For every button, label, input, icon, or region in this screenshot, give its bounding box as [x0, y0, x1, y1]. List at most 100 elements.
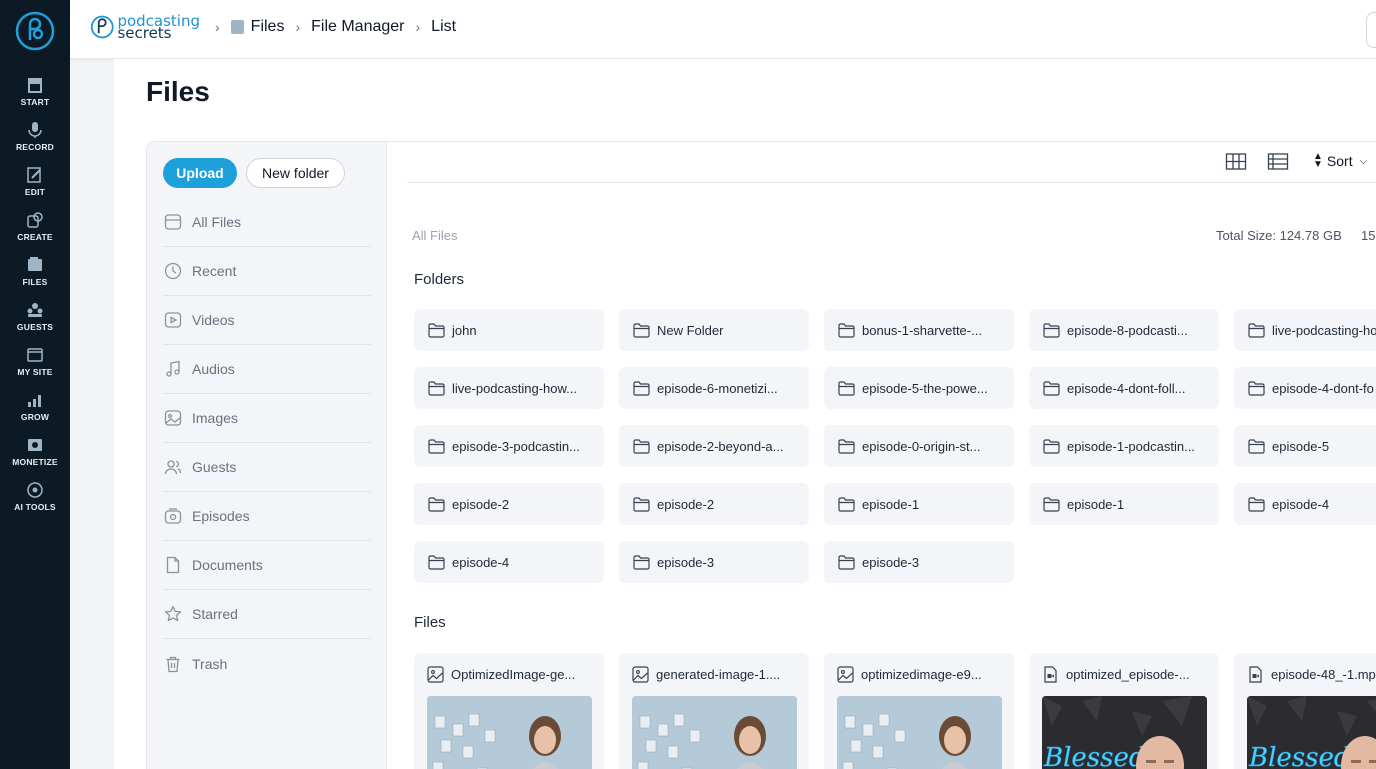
chevron-right-icon: ›: [215, 19, 220, 35]
rail-item-ai-tools[interactable]: AI TOOLS: [0, 479, 70, 519]
folder-icon: [1248, 322, 1265, 338]
folder-card[interactable]: episode-4-dont-fo: [1234, 367, 1376, 409]
folder-card[interactable]: episode-5: [1234, 425, 1376, 467]
folder-card[interactable]: episode-5-the-powe...: [824, 367, 1014, 409]
image-file-icon: [427, 666, 444, 683]
folder-card[interactable]: New Folder: [619, 309, 809, 351]
folder-card[interactable]: episode-0-origin-st...: [824, 425, 1014, 467]
file-nav: All Files Recent Videos Audios Images Gu…: [163, 198, 371, 688]
folder-card[interactable]: episode-3-podcastin...: [414, 425, 604, 467]
folder-card[interactable]: live-podcasting-ho: [1234, 309, 1376, 351]
rail-item-create[interactable]: CREATE: [0, 209, 70, 249]
monetize-icon: [28, 439, 42, 451]
image-thumbnail: [632, 696, 797, 769]
folder-name: episode-5: [1272, 438, 1330, 454]
nav-item-audios[interactable]: Audios: [163, 345, 371, 394]
rail-item-my-site[interactable]: MY SITE: [0, 344, 70, 384]
folder-name: New Folder: [657, 322, 724, 338]
folder-name: live-podcasting-how...: [452, 380, 578, 396]
folder-name: bonus-1-sharvette-...: [862, 322, 982, 338]
nav-item-videos[interactable]: Videos: [163, 296, 371, 345]
nav-item-recent[interactable]: Recent: [163, 247, 371, 296]
rail-item-monetize[interactable]: MONETIZE: [0, 434, 70, 474]
folder-card[interactable]: bonus-1-sharvette-...: [824, 309, 1014, 351]
folder-card[interactable]: episode-3: [619, 541, 809, 583]
new-folder-button[interactable]: New folder: [246, 158, 345, 188]
folder-name: episode-2: [452, 496, 510, 512]
folder-name: episode-4-dont-fo: [1272, 380, 1374, 396]
folder-card[interactable]: episode-1-podcastin...: [1029, 425, 1219, 467]
nav-item-guests[interactable]: Guests: [163, 443, 371, 492]
nav-label: Guests: [192, 459, 237, 475]
folder-card[interactable]: episode-2-beyond-a...: [619, 425, 809, 467]
breadcrumb-list: List: [431, 18, 457, 35]
folder-icon: [1043, 380, 1060, 396]
folder-card[interactable]: episode-6-monetizi...: [619, 367, 809, 409]
folder-icon: [838, 380, 855, 396]
music-icon: [166, 360, 180, 377]
file-header: optimized_episode-...: [1042, 666, 1190, 683]
nav-item-images[interactable]: Images: [163, 394, 371, 443]
folder-card[interactable]: live-podcasting-how...: [414, 367, 604, 409]
header-action-button[interactable]: [1366, 12, 1376, 48]
brand-logo[interactable]: podcasting secrets: [90, 12, 200, 42]
folder-card[interactable]: episode-4: [1234, 483, 1376, 525]
nav-label: Documents: [192, 557, 263, 573]
folder-card[interactable]: episode-1: [1029, 483, 1219, 525]
breadcrumb-files[interactable]: Files: [251, 18, 285, 36]
folder-name: episode-2-beyond-a...: [657, 438, 784, 454]
nav-item-documents[interactable]: Documents: [163, 541, 371, 590]
rail-item-start[interactable]: START: [0, 74, 70, 114]
folder-card[interactable]: episode-2: [619, 483, 809, 525]
folder-card[interactable]: episode-4-dont-foll...: [1029, 367, 1219, 409]
file-thumbnail: [632, 696, 797, 769]
folder-icon: [1043, 438, 1060, 454]
nav-item-trash[interactable]: Trash: [163, 639, 371, 688]
folder-card[interactable]: episode-4: [414, 541, 604, 583]
nav-item-episodes[interactable]: Episodes: [163, 492, 371, 541]
image-file-icon: [632, 666, 649, 683]
files-icon: [230, 20, 244, 34]
sort-dropdown[interactable]: ▲ ▼ Sort ⌵: [1313, 152, 1367, 170]
app-logo-icon[interactable]: [14, 10, 56, 52]
file-card[interactable]: optimizedimage-e9...: [824, 653, 1014, 769]
rail-item-files[interactable]: FILES: [0, 254, 70, 294]
breadcrumb-file-manager[interactable]: File Manager: [311, 18, 404, 36]
rail-label: FILES: [22, 277, 48, 287]
video-thumbnail: Blessed: [1247, 696, 1376, 769]
upload-button[interactable]: Upload: [163, 158, 237, 188]
image-icon: [164, 410, 182, 426]
file-card[interactable]: generated-image-1....: [619, 653, 809, 769]
star-icon: [164, 605, 182, 622]
file-name: OptimizedImage-ge...: [451, 667, 576, 682]
rail-item-record[interactable]: RECORD: [0, 119, 70, 159]
folder-icon: [1248, 438, 1265, 454]
file-card[interactable]: optimized_episode-... Blessed: [1029, 653, 1219, 769]
folder-card[interactable]: john: [414, 309, 604, 351]
folder-icon: [428, 380, 445, 396]
grid-view-icon[interactable]: [1225, 152, 1247, 172]
folder-card[interactable]: episode-1: [824, 483, 1014, 525]
svg-text:Blessed: Blessed: [1248, 743, 1351, 769]
image-file-icon: [837, 666, 854, 683]
rail-item-grow[interactable]: GROW: [0, 389, 70, 429]
list-view-icon[interactable]: [1267, 152, 1289, 172]
rail-item-guests[interactable]: GUESTS: [0, 299, 70, 339]
folder-card[interactable]: episode-2: [414, 483, 604, 525]
file-name: optimized_episode-...: [1066, 667, 1190, 682]
nav-item-starred[interactable]: Starred: [163, 590, 371, 639]
folder-card[interactable]: episode-8-podcasti...: [1029, 309, 1219, 351]
rail-item-edit[interactable]: EDIT: [0, 164, 70, 204]
file-card[interactable]: OptimizedImage-ge...: [414, 653, 604, 769]
app-rail: START RECORD EDIT CREATE FILES GUESTS MY…: [0, 0, 70, 769]
folder-name: john: [452, 322, 477, 338]
nav-label: Recent: [192, 263, 237, 279]
nav-label: All Files: [192, 214, 242, 230]
rail-label: EDIT: [24, 187, 46, 197]
breadcrumb: › Files › File Manager › List: [204, 18, 456, 36]
microphone-icon: [28, 122, 42, 138]
nav-item-all-files[interactable]: All Files: [163, 198, 371, 247]
folder-card[interactable]: episode-3: [824, 541, 1014, 583]
view-toolbar: ▲ ▼ Sort ⌵: [407, 142, 1376, 183]
file-card[interactable]: episode-48_-1.mp Blessed: [1234, 653, 1376, 769]
